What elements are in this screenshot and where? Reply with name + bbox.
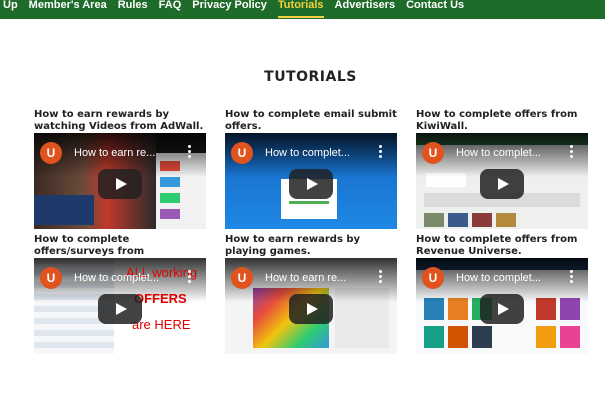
nav-privacy-policy[interactable]: Privacy Policy xyxy=(192,0,267,19)
channel-avatar[interactable]: U xyxy=(422,267,444,289)
nav-rules[interactable]: Rules xyxy=(118,0,148,19)
channel-avatar[interactable]: U xyxy=(40,267,62,289)
video-thumbnail[interactable]: U How to earn re... xyxy=(34,133,206,229)
nav-tutorials[interactable]: Tutorials xyxy=(277,0,324,19)
tutorial-card: How to earn rewards by playing games. U … xyxy=(225,234,397,354)
nav-members-area[interactable]: Member's Area xyxy=(29,0,107,19)
video-title[interactable]: How to complet... xyxy=(456,147,566,159)
top-nav: Up Member's Area Rules FAQ Privacy Polic… xyxy=(0,0,605,19)
tutorial-title: How to complete offers from Revenue Univ… xyxy=(416,234,578,257)
tutorial-title: How to complete offers/surveys from offe… xyxy=(34,234,145,257)
more-vert-icon[interactable] xyxy=(379,145,383,159)
tutorial-card: How to earn rewards by watching Videos f… xyxy=(34,109,206,229)
tutorial-title: How to complete email submit offers. xyxy=(225,109,397,132)
play-icon[interactable] xyxy=(98,294,142,324)
play-icon[interactable] xyxy=(289,294,333,324)
play-icon[interactable] xyxy=(289,169,333,199)
channel-avatar[interactable]: U xyxy=(40,142,62,164)
tutorial-card: How to complete offers from Revenue Univ… xyxy=(416,234,588,354)
channel-avatar[interactable]: U xyxy=(422,142,444,164)
tutorial-card: How to complete offers/surveys from offe… xyxy=(34,234,206,354)
tutorial-title: How to earn rewards by playing games. xyxy=(225,234,361,257)
channel-avatar[interactable]: U xyxy=(231,142,253,164)
more-vert-icon[interactable] xyxy=(188,145,192,159)
more-vert-icon[interactable] xyxy=(379,270,383,284)
video-title[interactable]: How to complet... xyxy=(265,147,375,159)
more-vert-icon[interactable] xyxy=(570,270,574,284)
video-thumbnail[interactable]: ALL working OFFERS are HERE U How to com… xyxy=(34,258,206,354)
nav-contact-us[interactable]: Contact Us xyxy=(406,0,464,19)
page-title: TUTORIALS xyxy=(264,69,357,85)
tutorial-card: How to complete email submit offers. U H… xyxy=(225,109,397,229)
play-icon[interactable] xyxy=(98,169,142,199)
play-icon[interactable] xyxy=(480,294,524,324)
tutorial-title: How to complete offers from KiwiWall. xyxy=(416,109,578,132)
play-icon[interactable] xyxy=(480,169,524,199)
more-vert-icon[interactable] xyxy=(570,145,574,159)
video-thumbnail[interactable]: U How to complet... xyxy=(225,133,397,229)
nav-up[interactable]: Up xyxy=(3,0,18,19)
video-title[interactable]: How to complet... xyxy=(456,272,566,284)
video-thumbnail[interactable]: U How to complet... xyxy=(416,133,588,229)
tutorial-card: How to complete offers from KiwiWall. U … xyxy=(416,109,588,229)
tutorial-title: How to earn rewards by watching Videos f… xyxy=(34,109,204,132)
channel-avatar[interactable]: U xyxy=(231,267,253,289)
nav-advertisers[interactable]: Advertisers xyxy=(335,0,396,19)
video-thumbnail[interactable]: U How to earn re... xyxy=(225,258,397,354)
nav-faq[interactable]: FAQ xyxy=(159,0,182,19)
video-title[interactable]: How to complet... xyxy=(74,272,184,284)
video-title[interactable]: How to earn re... xyxy=(265,272,375,284)
more-vert-icon[interactable] xyxy=(188,270,192,284)
video-title[interactable]: How to earn re... xyxy=(74,147,184,159)
video-thumbnail[interactable]: U How to complet... xyxy=(416,258,588,354)
